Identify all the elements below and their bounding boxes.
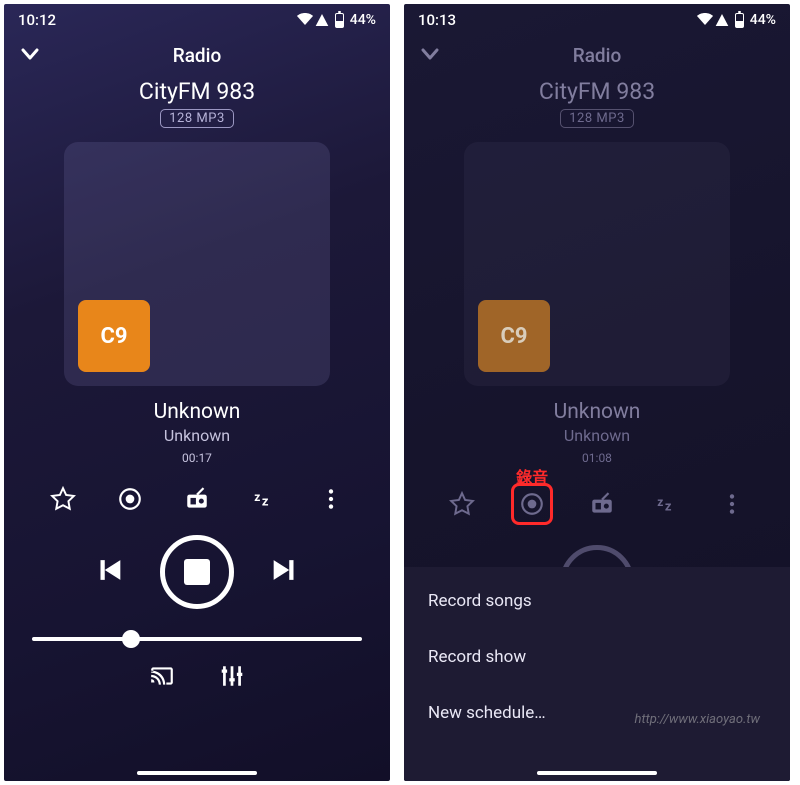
status-right: 44% (297, 12, 376, 29)
stop-button[interactable] (160, 535, 234, 609)
phone-left: 10:12 44% Radio CityFM 983 128 MP3 C9 Un… (4, 4, 390, 781)
record-menu-sheet: Record songs Record show New schedule… (404, 567, 790, 781)
menu-record-show[interactable]: Record show (404, 629, 790, 685)
station-thumb: C9 (478, 300, 550, 372)
track-elapsed: 00:17 (4, 451, 390, 465)
svg-text:z: z (262, 495, 269, 510)
home-indicator[interactable] (537, 771, 657, 775)
station-info: CityFM 983 128 MP3 (404, 76, 790, 128)
home-indicator[interactable] (137, 771, 257, 775)
volume-slider[interactable] (32, 637, 362, 641)
status-bar: 10:12 44% (4, 4, 390, 34)
battery-icon (335, 13, 344, 28)
stations-button[interactable] (586, 488, 618, 520)
station-name: CityFM 983 (404, 78, 790, 105)
battery-icon (735, 13, 744, 28)
track-title: Unknown (4, 400, 390, 424)
station-thumb: C9 (78, 300, 150, 372)
favorite-button[interactable] (47, 483, 79, 515)
battery-percent: 44% (750, 12, 776, 28)
station-info: CityFM 983 128 MP3 (4, 76, 390, 128)
record-button[interactable] (516, 488, 548, 520)
collapse-button[interactable] (418, 42, 442, 66)
wifi-icon (697, 12, 713, 29)
stations-button[interactable] (181, 483, 213, 515)
status-bar: 10:13 44% (404, 4, 790, 34)
more-button[interactable] (716, 488, 748, 520)
track-title: Unknown (404, 400, 790, 424)
menu-record-songs[interactable]: Record songs (404, 573, 790, 629)
status-time: 10:12 (18, 11, 56, 29)
sleep-timer-button[interactable]: zz (651, 488, 683, 520)
album-art: C9 (64, 142, 330, 386)
battery-percent: 44% (350, 12, 376, 28)
stream-badge: 128 MP3 (160, 109, 234, 128)
page-title: Radio (173, 44, 222, 67)
track-info: Unknown Unknown 01:08 (404, 400, 790, 465)
stop-icon (184, 559, 210, 585)
record-button-highlight: 錄音 (511, 483, 553, 525)
previous-button[interactable] (92, 553, 126, 591)
signal-icon (315, 14, 328, 26)
next-button[interactable] (268, 553, 302, 591)
slider-knob[interactable] (122, 630, 140, 648)
status-right: 44% (697, 12, 776, 29)
record-annotation: 錄音 (516, 464, 548, 488)
svg-text:z: z (254, 490, 260, 504)
phone-right: 10:13 44% Radio CityFM 983 128 MP3 C9 Un… (404, 4, 790, 781)
signal-icon (715, 14, 728, 26)
wifi-icon (297, 12, 313, 29)
track-artist: Unknown (4, 426, 390, 445)
track-info: Unknown Unknown 00:17 (4, 400, 390, 465)
favorite-button[interactable] (446, 488, 478, 520)
bottom-actions (4, 663, 390, 693)
track-artist: Unknown (404, 426, 790, 445)
station-name: CityFM 983 (4, 78, 390, 105)
transport-controls (4, 535, 390, 609)
album-art: C9 (464, 142, 730, 386)
svg-text:z: z (657, 495, 663, 509)
page-title: Radio (573, 44, 622, 67)
header: Radio (4, 34, 390, 76)
header: Radio (404, 34, 790, 76)
collapse-button[interactable] (18, 42, 42, 66)
equalizer-button[interactable] (219, 663, 245, 693)
sleep-timer-button[interactable]: zz (248, 483, 280, 515)
svg-text:z: z (665, 500, 672, 515)
cast-button[interactable] (149, 663, 175, 693)
record-button[interactable] (114, 483, 146, 515)
action-row: zz (4, 465, 390, 525)
stream-badge: 128 MP3 (560, 109, 634, 128)
track-elapsed: 01:08 (404, 451, 790, 465)
action-row: 錄音 zz (404, 465, 790, 535)
more-button[interactable] (315, 483, 347, 515)
status-time: 10:13 (418, 11, 456, 29)
watermark: http://www.xiaoyao.tw (635, 712, 761, 727)
